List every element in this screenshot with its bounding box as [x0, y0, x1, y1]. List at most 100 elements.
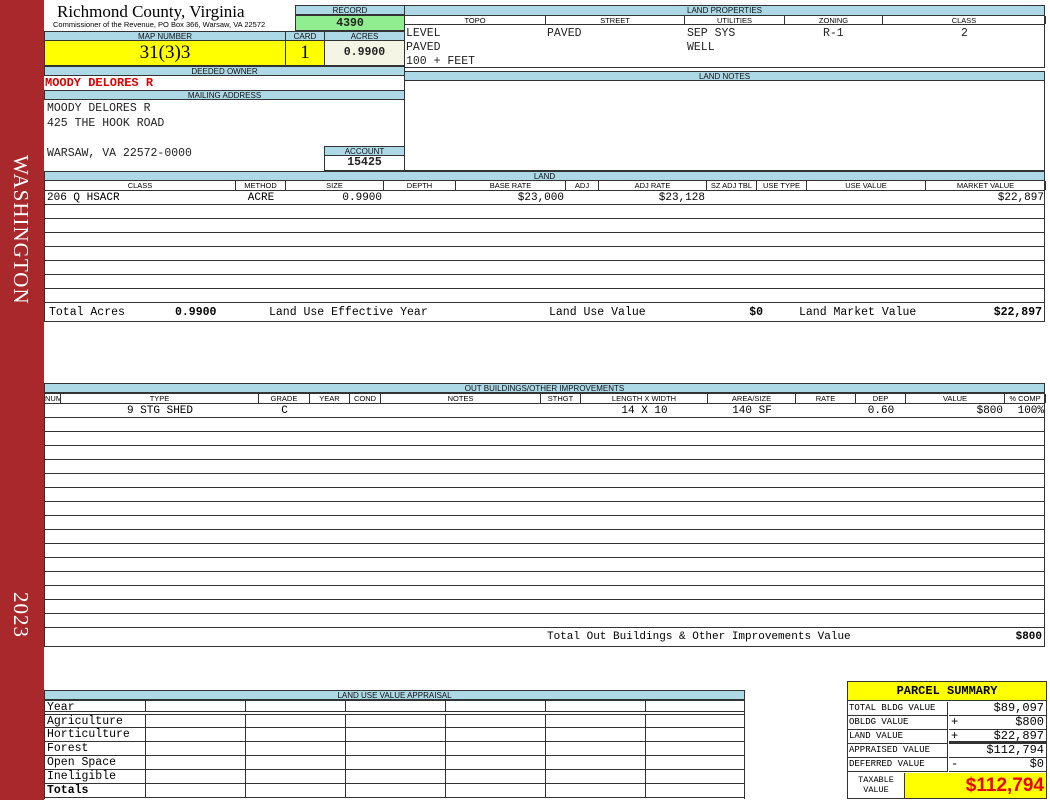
divider	[245, 715, 246, 727]
land-use-row: Forest	[45, 742, 744, 756]
utilities-2: WELL	[687, 41, 715, 54]
sidebar-band: WASHINGTON 2023	[0, 0, 44, 800]
divider	[445, 784, 446, 797]
divider	[245, 756, 246, 769]
divider	[545, 742, 546, 755]
column-header: SIZE	[286, 181, 384, 190]
divider	[445, 701, 446, 711]
land-totals-row: Total Acres 0.9900 Land Use Effective Year…	[45, 303, 1044, 322]
table-cell: $23,128	[658, 192, 705, 204]
column-header: LENGTH X WIDTH	[581, 394, 708, 403]
street: PAVED	[547, 27, 582, 40]
column-header: % COMP	[1005, 394, 1046, 403]
column-header: USE TYPE	[757, 181, 807, 190]
table-cell: ACRE	[247, 192, 275, 204]
column-header: AREA/SIZE	[708, 394, 796, 403]
table-row	[45, 275, 1044, 289]
divider	[445, 715, 446, 727]
land-notes	[404, 80, 1045, 171]
outbuildings-label: OUT BUILDINGS/OTHER IMPROVEMENTS	[44, 383, 1045, 393]
table-cell	[45, 404, 61, 417]
column-header: VALUE	[906, 394, 1005, 403]
divider	[145, 756, 146, 769]
column-header: CLASS	[45, 181, 236, 190]
table-row	[45, 558, 1044, 572]
deeded-owner-label: DEEDED OWNER	[44, 66, 405, 76]
parcel-summary-title: PARCEL SUMMARY	[848, 682, 1046, 701]
table-cell	[757, 191, 807, 204]
divider	[145, 742, 146, 755]
table-row	[45, 247, 1044, 261]
outbuildings-total-row: Total Out Buildings & Other Improvements…	[45, 628, 1044, 647]
table-row	[45, 488, 1044, 502]
land-use-row: Open Space	[45, 756, 744, 770]
table-row	[45, 614, 1044, 628]
table-cell: 100%	[1017, 405, 1044, 417]
divider	[345, 770, 346, 783]
table-cell	[707, 191, 757, 204]
table-row	[45, 261, 1044, 275]
table-row	[45, 502, 1044, 516]
table-row	[45, 572, 1044, 586]
divider	[245, 784, 246, 797]
column-header: USE VALUE	[807, 181, 926, 190]
column-header: YEAR	[310, 394, 350, 403]
deeded-owner: MOODY DELORES R	[45, 76, 154, 90]
divider	[145, 701, 146, 711]
divider	[545, 784, 546, 797]
outbuildings-total-label: Total Out Buildings & Other Improvements…	[547, 631, 851, 643]
land-market-label: Land Market Value	[799, 306, 917, 319]
column-header: ADJ	[566, 181, 599, 190]
utilities-1: SEP SYS	[687, 27, 736, 40]
column-header: ADJ RATE	[599, 181, 707, 190]
table-cell: 206 Q HSACR	[47, 192, 120, 204]
divider	[145, 784, 146, 797]
acres-value: 0.9900	[324, 40, 405, 66]
divider	[145, 728, 146, 741]
table-cell	[566, 191, 599, 204]
land-use-value: $0	[749, 306, 763, 319]
table-row	[45, 219, 1044, 233]
land-acres: 0.9900	[175, 306, 217, 319]
column-header: NOTES	[381, 394, 541, 403]
table-row	[45, 418, 1044, 432]
table-row	[45, 446, 1044, 460]
divider	[545, 770, 546, 783]
mailing-address-label: MAILING ADDRESS	[44, 90, 405, 100]
topo-1: LEVEL	[406, 27, 441, 40]
record-value: 4390	[295, 15, 405, 31]
table-row	[45, 586, 1044, 600]
table-row	[45, 474, 1044, 488]
land-use-row: Totals	[45, 784, 744, 798]
outbuildings-header-row: NUM TYPE GRADE YEAR COND NOTES STHGT LENGTH X W…	[45, 394, 1046, 404]
land-table: CLASS METHOD SIZE DEPTH BASE RATE ADJ ADJ RATE…	[44, 180, 1046, 322]
table-cell	[807, 191, 926, 204]
divider	[545, 715, 546, 727]
column-header: METHOD	[236, 181, 286, 190]
map-number: 31(3)3	[44, 40, 286, 66]
divider	[345, 784, 346, 797]
divider	[145, 715, 146, 727]
land-year-label: Land Use Effective Year	[269, 306, 428, 319]
column-header: TOPO	[405, 16, 546, 24]
divider	[645, 715, 646, 727]
mailing-line-3: WARSAW, VA 22572-0000	[47, 147, 192, 160]
table-cell: 14 X 10	[621, 405, 668, 417]
summary-label: OBLDG VALUE	[848, 716, 948, 730]
land-use-label: LAND USE VALUE APPRAISAL	[44, 690, 745, 700]
record-label: RECORD	[295, 5, 405, 15]
divider	[245, 728, 246, 741]
table-row: 9 STG SHED C 14 X 10 140 SF 0.60 $800 100%	[45, 404, 1044, 418]
table-cell: $800	[976, 405, 1003, 417]
column-header: STREET	[546, 16, 685, 24]
divider	[345, 728, 346, 741]
divider	[245, 770, 246, 783]
divider	[345, 742, 346, 755]
column-header: GRADE	[259, 394, 310, 403]
page-title: Richmond County, Virginia	[57, 2, 245, 21]
row-label: Horticulture	[47, 728, 130, 741]
divider	[545, 728, 546, 741]
taxable-value-label: TAXABLE VALUE	[858, 775, 894, 795]
land-use-table: Year Agriculture Horticulture Forest Open Sp…	[44, 700, 745, 799]
table-row	[45, 460, 1044, 474]
